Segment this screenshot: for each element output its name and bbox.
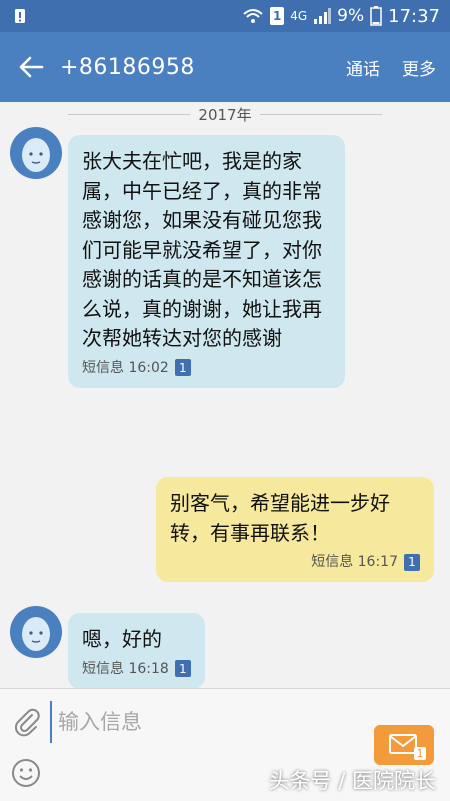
sim-indicator: 1 xyxy=(270,7,285,25)
more-button[interactable]: 更多 xyxy=(402,55,436,80)
message-bubble-incoming[interactable]: 嗯，好的 短信息 16:18 1 xyxy=(68,613,205,689)
date-divider: 2017年 xyxy=(0,103,450,125)
send-button[interactable]: 1 xyxy=(374,725,434,765)
send-sim-badge: 1 xyxy=(414,747,426,760)
emoji-icon[interactable] xyxy=(10,757,42,789)
message-timestamp: 短信息 16:17 xyxy=(311,554,398,570)
sim-badge: 1 xyxy=(174,660,191,677)
paperclip-icon[interactable] xyxy=(12,707,42,737)
contact-avatar[interactable] xyxy=(10,127,62,179)
message-text: 别客气，希望能进一步好转，有事再联系！ xyxy=(170,491,390,545)
call-button[interactable]: 通话 xyxy=(346,55,380,80)
message-bubble-incoming[interactable]: 张大夫在忙吧，我是的家属，中午已经了，真的非常感谢您，如果没有碰见您我们可能早就… xyxy=(68,135,345,388)
contact-avatar[interactable] xyxy=(10,606,62,658)
back-arrow-icon[interactable] xyxy=(14,50,48,84)
date-label: 2017年 xyxy=(190,103,260,125)
wifi-calling-icon xyxy=(243,9,263,23)
conversation-header: +86186958 通话 更多 xyxy=(0,32,450,102)
watermark-text: 头条号 / 医院院长 xyxy=(268,769,436,793)
message-text: 张大夫在忙吧，我是的家属，中午已经了，真的非常感谢您，如果没有碰见您我们可能早就… xyxy=(82,149,322,350)
sim-badge: 1 xyxy=(174,359,191,376)
avatar-face-icon xyxy=(22,138,50,172)
message-composer: 1 头条号 / 医院院长 xyxy=(0,688,450,801)
message-meta: 短信息 16:02 1 xyxy=(82,358,331,378)
battery-percent: 9% xyxy=(337,6,365,26)
battery-icon xyxy=(370,6,382,26)
message-timestamp: 短信息 16:02 xyxy=(82,359,169,376)
message-bubble-outgoing[interactable]: 别客气，希望能进一步好转，有事再联系！ 短信息 16:17 1 xyxy=(156,477,434,582)
avatar-face-icon xyxy=(22,617,50,651)
sim-badge: 1 xyxy=(404,553,420,571)
status-bar: 1 4G 9% 17:37 xyxy=(0,0,450,32)
message-input[interactable] xyxy=(50,701,370,743)
message-meta: 短信息 16:18 1 xyxy=(82,659,191,679)
message-meta: 短信息 16:17 1 xyxy=(170,552,420,572)
message-timestamp: 短信息 16:18 xyxy=(82,660,169,677)
signal-icon xyxy=(314,8,332,24)
notification-icon xyxy=(15,9,25,23)
message-text: 嗯，好的 xyxy=(82,627,162,651)
contact-number: +86186958 xyxy=(60,54,195,80)
clock: 17:37 xyxy=(388,5,440,27)
network-type: 4G xyxy=(290,9,308,23)
